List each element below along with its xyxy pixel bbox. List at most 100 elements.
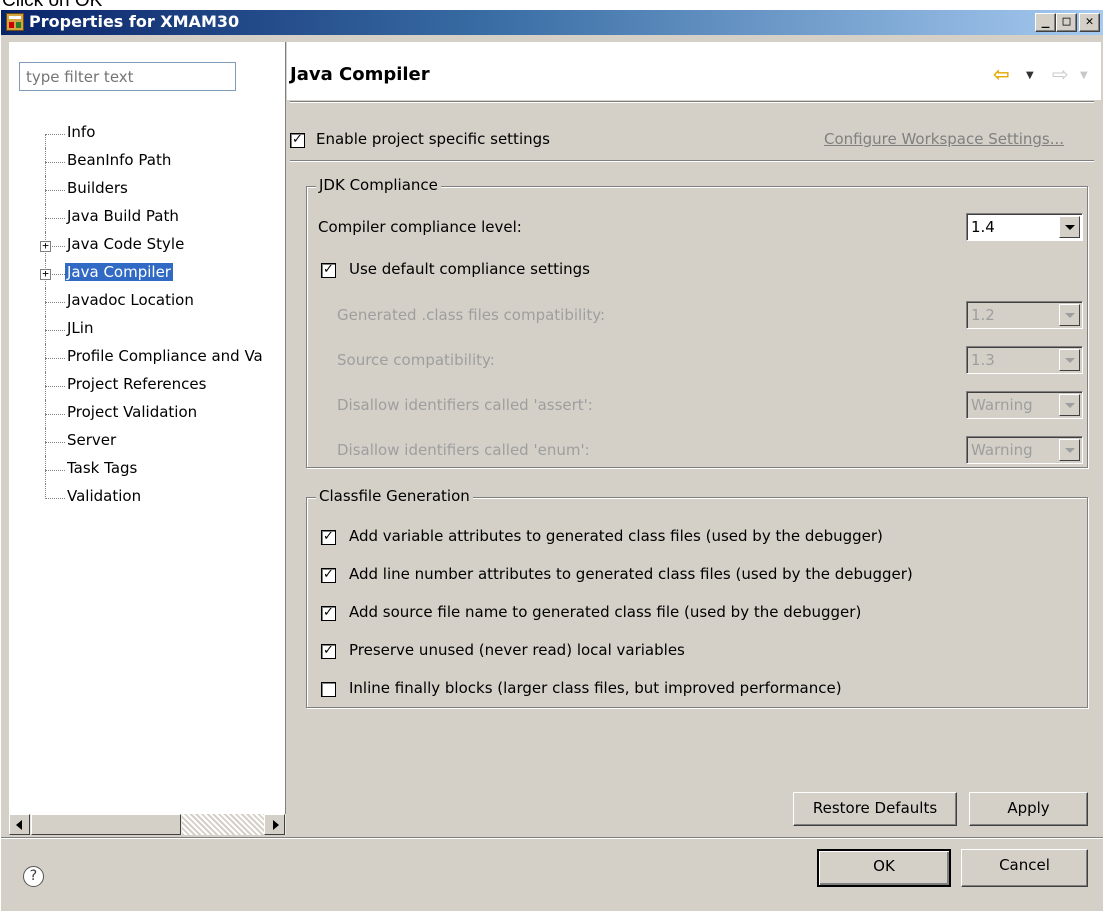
tree-connector <box>45 330 65 331</box>
title-bar[interactable]: Properties for XMAM30 _ □ ✕ <box>1 10 1103 35</box>
tree-item-label: Javadoc Location <box>67 291 194 309</box>
chevron-down-icon <box>1065 403 1075 408</box>
tree-connector <box>45 218 65 219</box>
dropdown-button[interactable] <box>1059 304 1080 326</box>
forward-dropdown-icon[interactable]: ▼ <box>1080 70 1088 81</box>
assert-identifiers-select[interactable]: Warning <box>966 391 1083 419</box>
classfile-option-checkbox[interactable]: ✓ <box>321 568 336 583</box>
dropdown-button[interactable] <box>1059 216 1080 238</box>
class-files-compat-select[interactable]: 1.2 <box>966 301 1083 329</box>
compiler-compliance-select[interactable]: 1.4 <box>966 213 1083 241</box>
back-arrow-icon[interactable]: ⇦ <box>993 62 1010 86</box>
dropdown-button[interactable] <box>1059 439 1080 461</box>
expand-plus-icon[interactable]: + <box>40 268 51 280</box>
tree-item[interactable]: + Java Code Style <box>9 232 285 260</box>
tree-connector <box>45 470 65 471</box>
tree-item-label: Task Tags <box>67 459 138 477</box>
content-separator <box>290 160 1094 162</box>
tree-item[interactable]: BeanInfo Path <box>9 148 285 176</box>
class-files-compat-label: Generated .class files compatibility: <box>337 306 606 324</box>
horizontal-scrollbar[interactable] <box>9 814 286 835</box>
tree-item-label: Profile Compliance and Va <box>67 347 263 365</box>
apply-button[interactable]: Apply <box>969 792 1088 826</box>
tree-item[interactable]: Javadoc Location <box>9 288 285 316</box>
expand-plus-icon[interactable]: + <box>40 240 51 252</box>
left-navigation-pane: Info BeanInfo Path Builders Java Build Path… <box>9 42 286 835</box>
tree-item[interactable]: Java Build Path <box>9 204 285 232</box>
tree-item[interactable]: + Java Compiler <box>9 260 285 288</box>
tree-item[interactable]: Profile Compliance and Va <box>9 344 285 372</box>
tree-guide-line <box>45 484 46 499</box>
classfile-option-label: Add line number attributes to generated … <box>349 565 913 583</box>
scroll-thumb[interactable] <box>31 814 181 835</box>
maximize-button[interactable]: □ <box>1056 13 1077 32</box>
tree-connector <box>45 498 65 499</box>
classfile-option-checkbox[interactable]: ✓ <box>321 530 336 545</box>
tree-connector <box>45 414 65 415</box>
cancel-button[interactable]: Cancel <box>961 849 1088 887</box>
properties-tree: Info BeanInfo Path Builders Java Build Path… <box>9 120 285 800</box>
tree-item-label: Server <box>67 431 117 449</box>
classfile-option-checkbox[interactable]: ✓ <box>321 606 336 621</box>
close-button[interactable]: ✕ <box>1079 13 1100 32</box>
tree-item-label: Java Compiler <box>65 263 173 281</box>
tree-item[interactable]: Server <box>9 428 285 456</box>
classfile-option-checkbox[interactable]: ✓ <box>321 644 336 659</box>
chevron-down-icon <box>1065 358 1075 363</box>
jdk-compliance-legend: JDK Compliance <box>316 176 441 194</box>
tree-item[interactable]: Project Validation <box>9 400 285 428</box>
scroll-track[interactable] <box>182 814 264 835</box>
enum-identifiers-label: Disallow identifiers called 'enum': <box>337 441 590 459</box>
configure-workspace-settings-link[interactable]: Configure Workspace Settings... <box>824 130 1064 148</box>
tree-item-label: Java Build Path <box>67 207 179 225</box>
source-compat-value: 1.3 <box>971 351 995 369</box>
enable-project-specific-label: Enable project specific settings <box>316 130 550 148</box>
classfile-option-checkbox[interactable] <box>321 682 336 697</box>
dropdown-button[interactable] <box>1059 349 1080 371</box>
source-compat-label: Source compatibility: <box>337 351 495 369</box>
enum-identifiers-select[interactable]: Warning <box>966 436 1083 464</box>
window-title: Properties for XMAM30 <box>29 12 240 31</box>
tree-connector <box>45 358 65 359</box>
enable-project-specific-checkbox[interactable]: ✓ <box>290 133 305 148</box>
use-default-compliance-label: Use default compliance settings <box>349 260 590 278</box>
dropdown-button[interactable] <box>1059 394 1080 416</box>
page-area: Java Compiler ⇦ ▼ ⇨ ▼ ✓ Enable project s… <box>287 42 1101 835</box>
back-dropdown-icon[interactable]: ▼ <box>1026 70 1034 81</box>
tree-guide-line <box>45 134 46 148</box>
scroll-right-button[interactable] <box>264 814 285 835</box>
tree-connector <box>45 302 65 303</box>
forward-arrow-icon[interactable]: ⇨ <box>1052 62 1069 86</box>
tree-item[interactable]: Info <box>9 120 285 148</box>
class-files-compat-value: 1.2 <box>971 306 995 324</box>
footer-separator <box>1 837 1103 839</box>
tree-connector <box>45 442 65 443</box>
tree-item-label: Project References <box>67 375 207 393</box>
classfile-option-label: Inline finally blocks (larger class file… <box>349 679 842 697</box>
compiler-compliance-value: 1.4 <box>971 218 995 236</box>
tree-item-label: Validation <box>67 487 142 505</box>
header-separator <box>290 101 1094 103</box>
tree-item[interactable]: Task Tags <box>9 456 285 484</box>
restore-defaults-button[interactable]: Restore Defaults <box>793 792 957 826</box>
classfile-option-label: Add source file name to generated class … <box>349 603 862 621</box>
properties-app-icon <box>6 13 24 31</box>
tree-item-label: Info <box>67 123 96 141</box>
tree-item[interactable]: Validation <box>9 484 285 512</box>
classfile-option-label: Preserve unused (never read) local varia… <box>349 641 685 659</box>
chevron-down-icon <box>1065 448 1075 453</box>
minimize-button[interactable]: _ <box>1035 13 1056 32</box>
tree-item-label: Builders <box>67 179 128 197</box>
use-default-compliance-checkbox[interactable]: ✓ <box>321 263 336 278</box>
tree-item-label: Java Code Style <box>67 235 185 253</box>
tree-item[interactable]: Builders <box>9 176 285 204</box>
assert-identifiers-value: Warning <box>971 396 1033 414</box>
scroll-left-button[interactable] <box>9 814 30 835</box>
tree-item-label: BeanInfo Path <box>67 151 172 169</box>
source-compat-select[interactable]: 1.3 <box>966 346 1083 374</box>
tree-connector <box>45 190 65 191</box>
filter-input[interactable] <box>19 62 236 91</box>
tree-item[interactable]: JLin <box>9 316 285 344</box>
tree-item[interactable]: Project References <box>9 372 285 400</box>
help-icon[interactable]: ? <box>23 866 44 887</box>
